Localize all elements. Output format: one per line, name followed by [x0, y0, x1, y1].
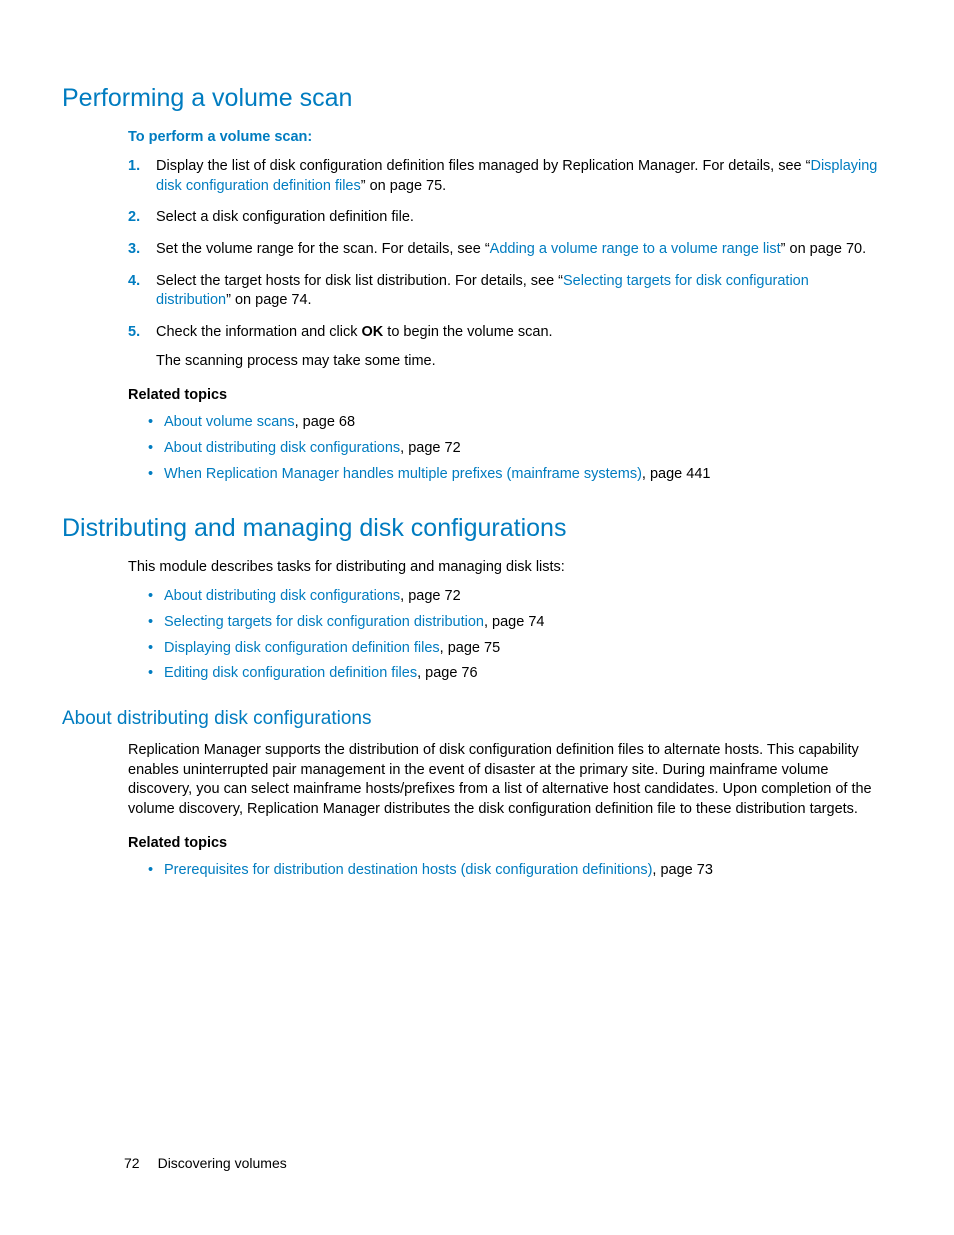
link-adding-volume-range[interactable]: Adding a volume range to a volume range … — [490, 241, 781, 257]
list-rest: , page 75 — [440, 640, 500, 656]
step-4: Select the target hosts for disk list di… — [128, 272, 884, 311]
link-selecting-targets-2[interactable]: Selecting targets for disk configuration… — [164, 614, 484, 630]
heading-about-distributing: About distributing disk configurations — [62, 706, 884, 732]
list-rest: , page 76 — [417, 665, 477, 681]
link-displaying-disk-config-files-2[interactable]: Displaying disk configuration definition… — [164, 640, 440, 656]
related-item: Prerequisites for distribution destinati… — [148, 861, 884, 881]
step-1-text-b: ” on page 75. — [361, 178, 446, 194]
related-topics-list-2: Prerequisites for distribution destinati… — [128, 861, 884, 881]
ok-label: OK — [362, 324, 384, 340]
procedure-steps: Display the list of disk configuration d… — [128, 157, 884, 372]
related-item: About volume scans, page 68 — [148, 413, 884, 433]
section3-para: Replication Manager supports the distrib… — [128, 741, 884, 819]
list-item: About distributing disk configurations, … — [148, 587, 884, 607]
section2-bullets: About distributing disk configurations, … — [128, 587, 884, 683]
procedure-title: To perform a volume scan: — [128, 128, 884, 148]
section2-intro: This module describes tasks for distribu… — [128, 558, 884, 578]
list-item: Displaying disk configuration definition… — [148, 639, 884, 659]
related-rest: , page 72 — [400, 440, 460, 456]
link-about-distributing-disk-configs[interactable]: About distributing disk configurations — [164, 440, 400, 456]
list-rest: , page 74 — [484, 614, 544, 630]
related-rest: , page 68 — [295, 414, 355, 430]
page-footer: 72 Discovering volumes — [124, 1154, 287, 1173]
step-3-text-b: ” on page 70. — [781, 241, 866, 257]
list-item: Editing disk configuration definition fi… — [148, 664, 884, 684]
chapter-title: Discovering volumes — [158, 1155, 287, 1171]
link-about-volume-scans[interactable]: About volume scans — [164, 414, 295, 430]
step-5-text-b: to begin the volume scan. — [383, 324, 552, 340]
link-editing-disk-config-files[interactable]: Editing disk configuration definition fi… — [164, 665, 417, 681]
related-topics-heading-2: Related topics — [128, 834, 884, 854]
related-rest: , page 73 — [652, 862, 712, 878]
heading-distributing-managing: Distributing and managing disk configura… — [62, 512, 884, 546]
step-5-text-a: Check the information and click — [156, 324, 362, 340]
link-about-distributing-disk-configs-2[interactable]: About distributing disk configurations — [164, 588, 400, 604]
step-4-text-a: Select the target hosts for disk list di… — [156, 273, 563, 289]
page-container: Performing a volume scan To perform a vo… — [0, 0, 954, 1235]
step-2: Select a disk configuration definition f… — [128, 208, 884, 228]
step-5: Check the information and click OK to be… — [128, 323, 884, 372]
list-rest: , page 72 — [400, 588, 460, 604]
heading-performing-volume-scan: Performing a volume scan — [62, 82, 884, 116]
step-3-text-a: Set the volume range for the scan. For d… — [156, 241, 490, 257]
page-number: 72 — [124, 1155, 140, 1171]
related-item: When Replication Manager handles multipl… — [148, 465, 884, 485]
step-1: Display the list of disk configuration d… — [128, 157, 884, 196]
related-topics-list-1: About volume scans, page 68 About distri… — [128, 413, 884, 484]
link-prerequisites-distribution[interactable]: Prerequisites for distribution destinati… — [164, 862, 652, 878]
list-item: Selecting targets for disk configuration… — [148, 613, 884, 633]
step-1-text-a: Display the list of disk configuration d… — [156, 158, 810, 174]
step-3: Set the volume range for the scan. For d… — [128, 240, 884, 260]
link-multiple-prefixes[interactable]: When Replication Manager handles multipl… — [164, 466, 642, 482]
related-item: About distributing disk configurations, … — [148, 439, 884, 459]
step-4-text-b: ” on page 74. — [226, 292, 311, 308]
step-5-note: The scanning process may take some time. — [156, 352, 884, 372]
related-topics-heading-1: Related topics — [128, 386, 884, 406]
related-rest: , page 441 — [642, 466, 711, 482]
